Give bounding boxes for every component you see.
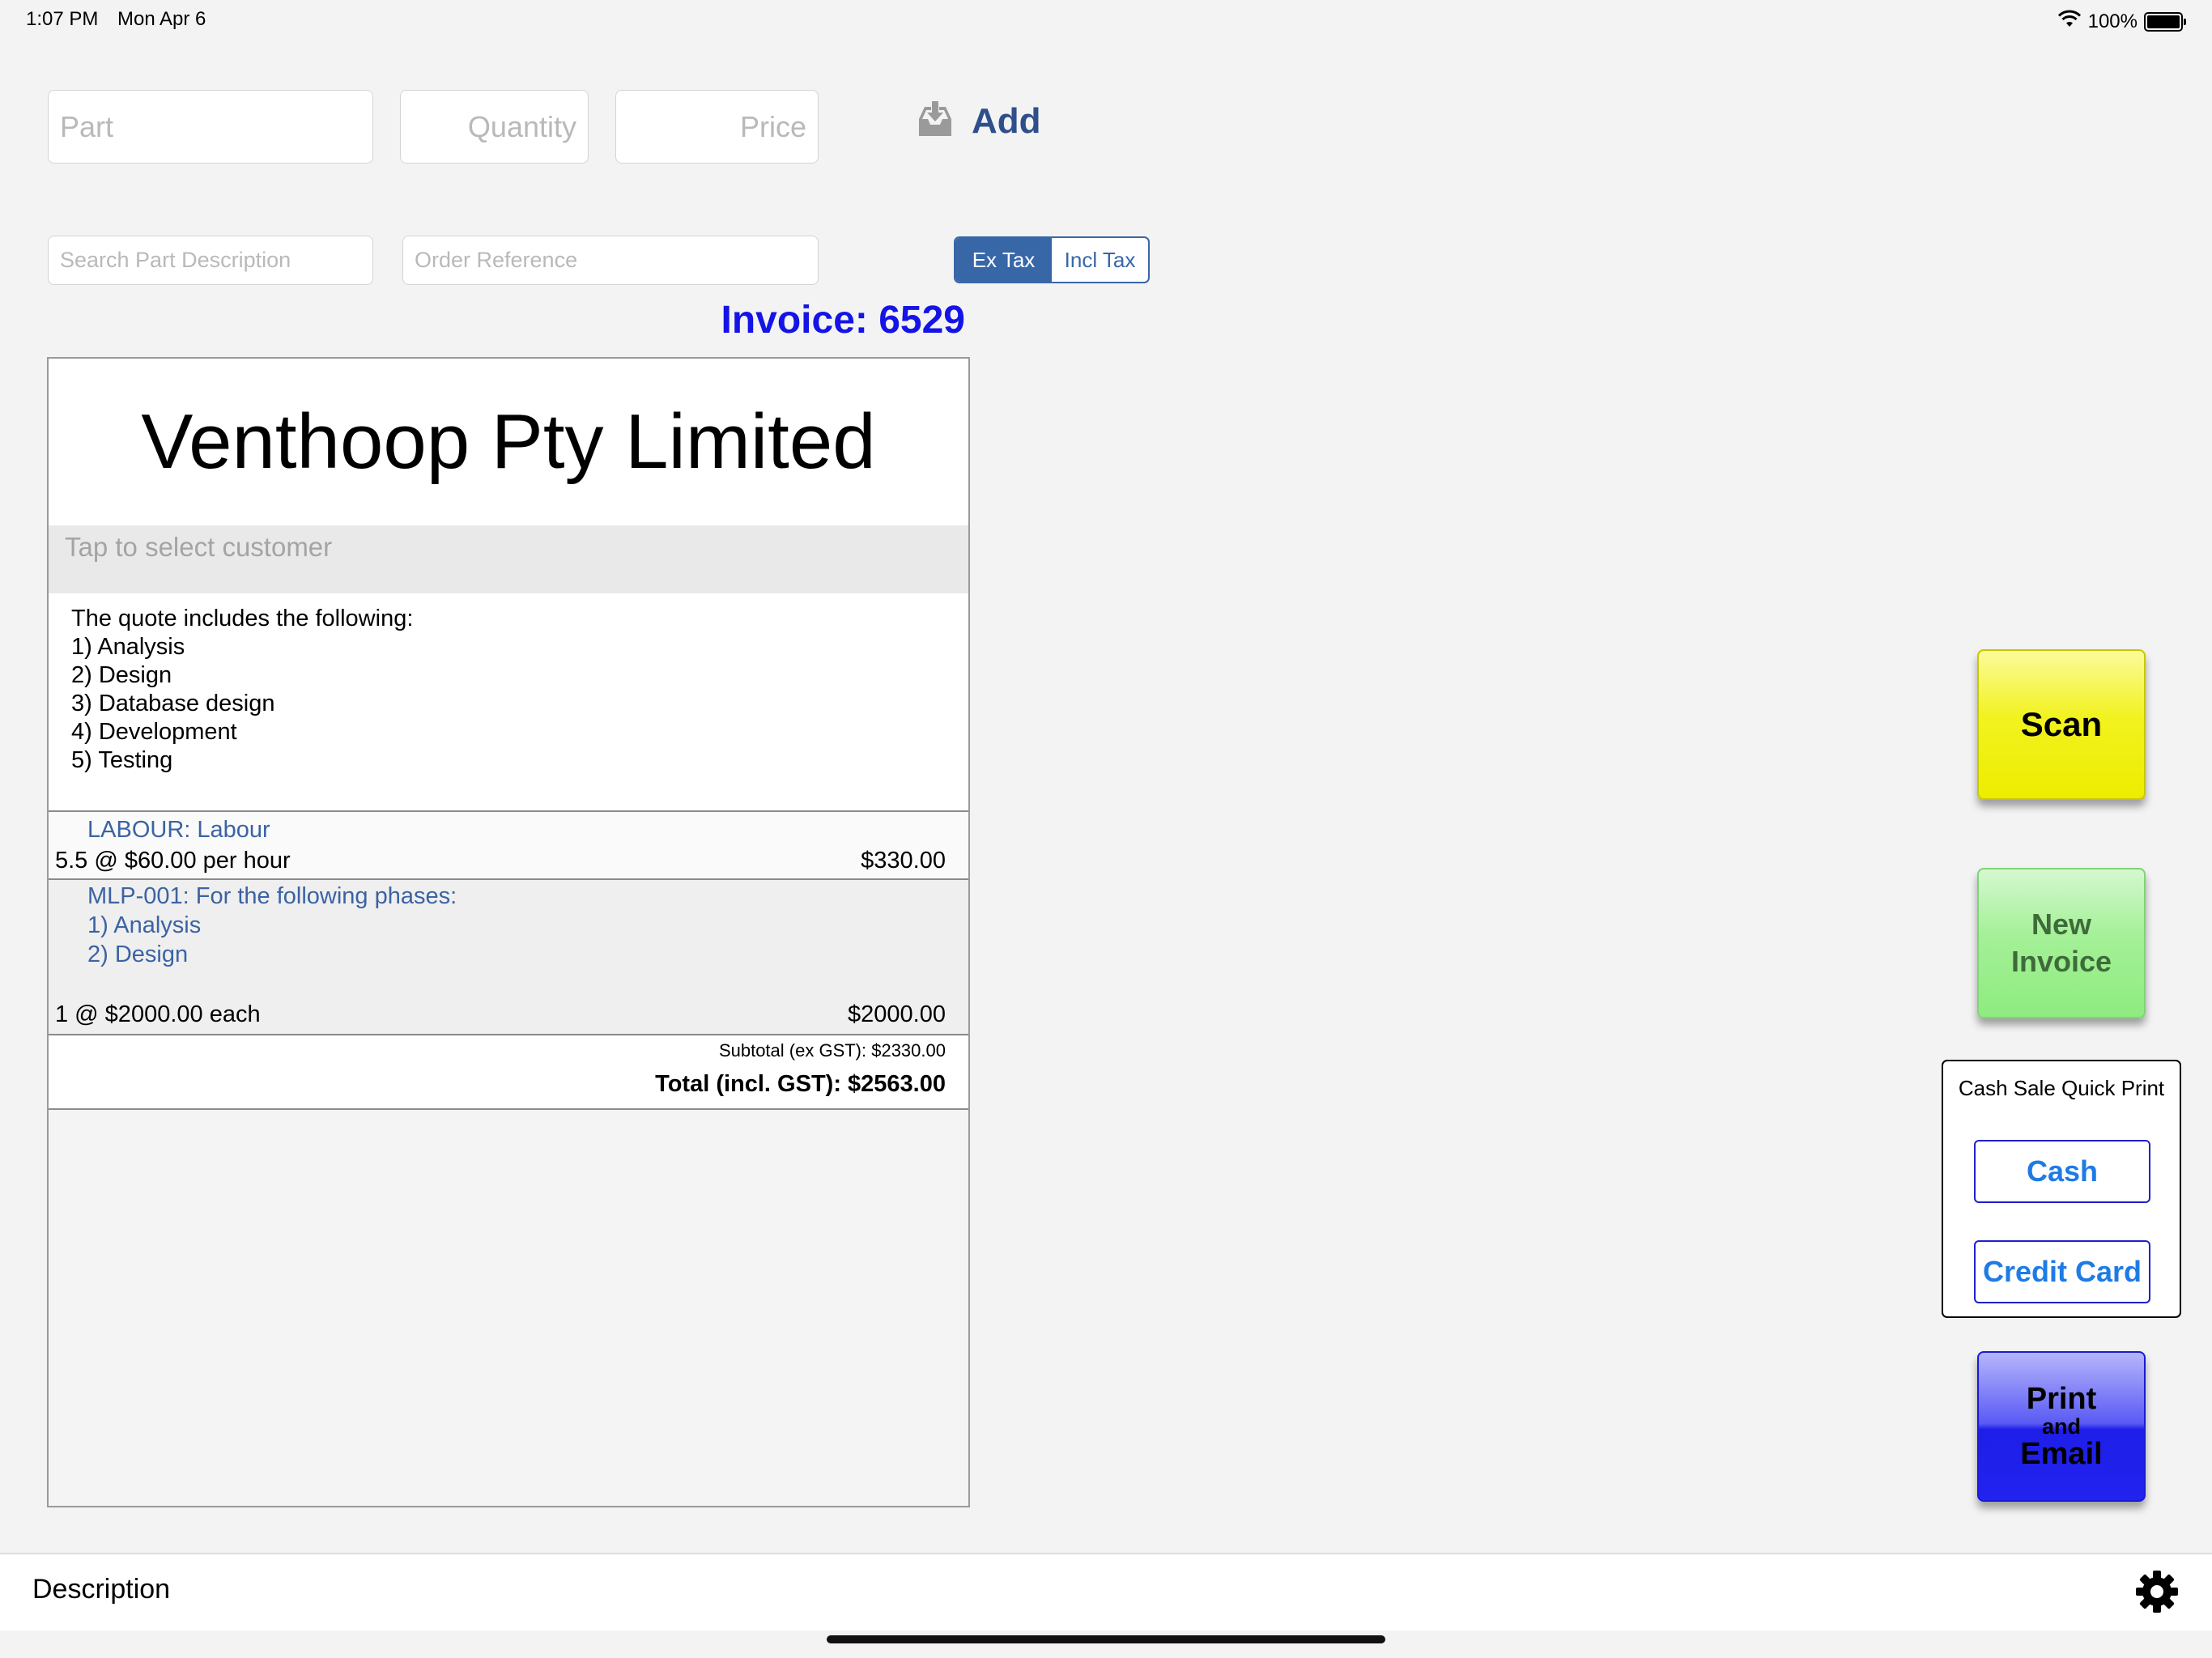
line-item-amount: $2000.00 <box>848 1001 946 1027</box>
add-button[interactable]: Add <box>915 99 1041 143</box>
company-name: Venthoop Pty Limited <box>49 359 968 525</box>
new-invoice-label-line2: Invoice <box>2010 945 2112 978</box>
scan-label: Scan <box>2020 705 2103 743</box>
quantity-input[interactable] <box>400 90 589 164</box>
battery-percent: 100% <box>2087 10 2138 32</box>
and-label: and <box>2041 1414 2081 1439</box>
bottom-bar: Description <box>0 1553 2212 1630</box>
line-item[interactable]: MLP-001: For the following phases: 1) An… <box>49 880 968 1035</box>
status-indicators: 100% <box>2057 10 2186 33</box>
gear-icon[interactable] <box>2134 1569 2180 1618</box>
line-item-quantity: 1 @ $2000.00 each <box>55 1001 261 1027</box>
status-time: 1:07 PM <box>26 8 99 30</box>
battery-icon <box>2144 11 2186 32</box>
scan-button[interactable]: Scan <box>1977 649 2146 800</box>
search-part-input[interactable] <box>48 236 373 285</box>
line-item-quantity: 5.5 @ $60.00 per hour <box>55 848 291 874</box>
new-invoice-label-line1: New <box>2031 908 2092 941</box>
credit-card-label: Credit Card <box>1982 1255 2142 1288</box>
invoice-totals: Subtotal (ex GST): $2330.00 Total (incl.… <box>49 1035 968 1110</box>
total: Total (incl. GST): $2563.00 <box>655 1071 946 1097</box>
cash-sale-quick-print: Cash Sale Quick Print Cash Credit Card <box>1942 1060 2181 1318</box>
inbox-download-icon <box>915 99 955 143</box>
email-label: Email <box>2020 1437 2103 1471</box>
line-item-amount: $330.00 <box>861 848 946 874</box>
invoice-notes[interactable]: The quote includes the following: 1) Ana… <box>49 593 968 812</box>
invoice-number: Invoice: 6529 <box>721 299 966 342</box>
description-field[interactable]: Description <box>32 1574 170 1605</box>
customer-selector[interactable]: Tap to select customer <box>49 525 968 593</box>
cash-label: Cash <box>2026 1154 2099 1188</box>
add-label: Add <box>972 100 1041 141</box>
credit-card-button[interactable]: Credit Card <box>1974 1240 2150 1303</box>
ex-tax-option[interactable]: Ex Tax <box>955 238 1052 282</box>
customer-placeholder: Tap to select customer <box>65 532 333 562</box>
line-item-description: MLP-001: For the following phases: 1) An… <box>87 883 457 967</box>
home-indicator[interactable] <box>827 1635 1385 1643</box>
battery-level <box>2147 15 2180 28</box>
cash-button[interactable]: Cash <box>1974 1140 2150 1203</box>
wifi-icon <box>2057 10 2082 33</box>
part-input[interactable] <box>48 90 373 164</box>
tax-toggle: Ex Tax Incl Tax <box>954 236 1150 283</box>
line-item-description: LABOUR: Labour <box>87 817 270 843</box>
print-and-email-button[interactable]: Print and Email <box>1977 1351 2146 1502</box>
subtotal: Subtotal (ex GST): $2330.00 <box>718 1040 946 1061</box>
quick-print-title: Cash Sale Quick Print <box>1958 1076 2165 1100</box>
line-item[interactable]: LABOUR: Labour 5.5 @ $60.00 per hour $33… <box>49 812 968 880</box>
price-input[interactable] <box>615 90 819 164</box>
invoice-panel: Venthoop Pty Limited Tap to select custo… <box>47 357 970 1507</box>
incl-tax-option[interactable]: Incl Tax <box>1052 238 1148 282</box>
order-reference-input[interactable] <box>402 236 819 285</box>
print-label: Print <box>2026 1382 2097 1416</box>
status-date: Mon Apr 6 <box>117 8 206 30</box>
new-invoice-button[interactable]: New Invoice <box>1977 868 2146 1018</box>
